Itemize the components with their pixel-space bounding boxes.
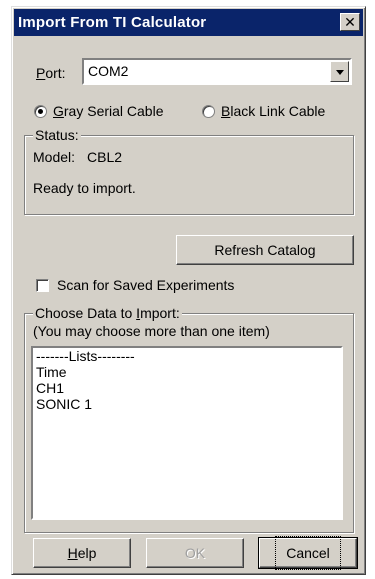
list-item[interactable]: CH1 [33,380,341,396]
radio-unchecked-icon [202,104,215,118]
choose-data-note: (You may choose more than one item) [33,323,270,339]
list-item[interactable]: Time [33,364,341,380]
gray-serial-cable-label: Gray Serial Cable [53,103,164,119]
port-label: Port: [36,65,66,81]
status-message: Ready to import. [33,180,136,196]
model-value: CBL2 [87,149,123,165]
close-button[interactable]: ✕ [340,13,360,31]
status-group: Status: Model: CBL2 Ready to import. [24,127,354,215]
list-item[interactable]: SONIC 1 [33,396,341,412]
choose-data-legend: Choose Data to Import: [33,305,182,321]
choose-data-group: Choose Data to Import: (You may choose m… [24,305,354,533]
scan-saved-experiments-checkbox[interactable]: Scan for Saved Experiments [36,277,234,293]
model-label: Model: [33,149,76,165]
dialog-title: Import From TI Calculator [18,14,207,31]
port-select[interactable]: COM2 [82,58,352,85]
ok-button[interactable]: OK [146,538,244,568]
scan-saved-experiments-label: Scan for Saved Experiments [57,277,235,293]
chevron-down-icon[interactable] [330,61,349,82]
import-dialog: Import From TI Calculator ✕ Port: COM2 G… [11,6,366,575]
list-item[interactable]: -------Lists-------- [33,348,341,364]
title-bar[interactable]: Import From TI Calculator ✕ [14,9,363,36]
black-link-cable-radio[interactable]: Black Link Cable [202,102,325,120]
close-icon: ✕ [344,14,356,30]
cancel-button[interactable]: Cancel [258,536,358,570]
port-select-value: COM2 [88,63,129,79]
black-link-cable-label: Black Link Cable [221,103,326,119]
radio-checked-icon [34,104,47,118]
status-legend: Status: [33,127,81,143]
refresh-catalog-button[interactable]: Refresh Catalog [176,235,354,265]
help-button[interactable]: Help [33,538,131,568]
checkbox-icon [36,278,49,292]
data-listbox[interactable]: -------Lists-------- Time CH1 SONIC 1 [31,346,343,520]
gray-serial-cable-radio[interactable]: Gray Serial Cable [34,102,164,120]
